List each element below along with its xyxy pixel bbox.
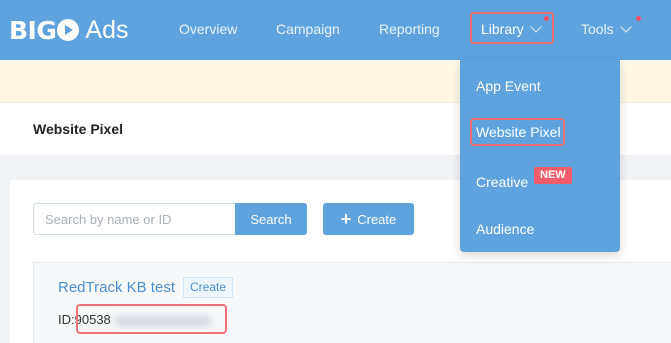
nav-reporting[interactable]: Reporting — [379, 20, 440, 38]
play-icon — [57, 19, 80, 41]
pixel-id-highlight — [76, 304, 227, 334]
new-badge: NEW — [534, 167, 572, 184]
chevron-down-icon — [620, 21, 632, 33]
nav-library-label: Library — [481, 21, 524, 37]
nav-tools[interactable]: Tools — [581, 20, 632, 38]
nav-campaign[interactable]: Campaign — [276, 20, 340, 38]
pixel-id-label: ID: — [58, 312, 75, 327]
create-button-label: Create — [357, 211, 397, 227]
tools-notification-dot — [636, 16, 641, 21]
page-title: Website Pixel — [33, 121, 124, 137]
pixel-name-link[interactable]: RedTrack KB test — [58, 279, 175, 296]
nav-overview[interactable]: Overview — [179, 20, 237, 38]
menu-item-audience[interactable]: Audience — [476, 221, 534, 237]
search-button[interactable]: Search — [235, 203, 307, 235]
menu-item-app-event[interactable]: App Event — [476, 78, 541, 94]
library-dropdown-menu: App Event Website Pixel Creative Audienc… — [460, 60, 620, 252]
library-notification-dot — [544, 16, 549, 21]
nav-library[interactable]: Library — [470, 12, 554, 44]
create-button[interactable]: + Create — [323, 203, 414, 235]
menu-item-creative[interactable]: Creative — [476, 174, 528, 190]
pixel-create-tag[interactable]: Create — [183, 277, 234, 298]
search-input[interactable] — [33, 203, 235, 235]
nav-tools-label: Tools — [581, 21, 614, 37]
logo-wordmark: BIG — [9, 16, 80, 45]
website-pixel-highlight — [470, 118, 565, 146]
logo-ads-text: Ads — [85, 15, 129, 44]
plus-icon: + — [340, 209, 352, 229]
bigo-ads-logo[interactable]: BIG Ads — [9, 14, 128, 46]
chevron-down-icon — [530, 21, 542, 33]
